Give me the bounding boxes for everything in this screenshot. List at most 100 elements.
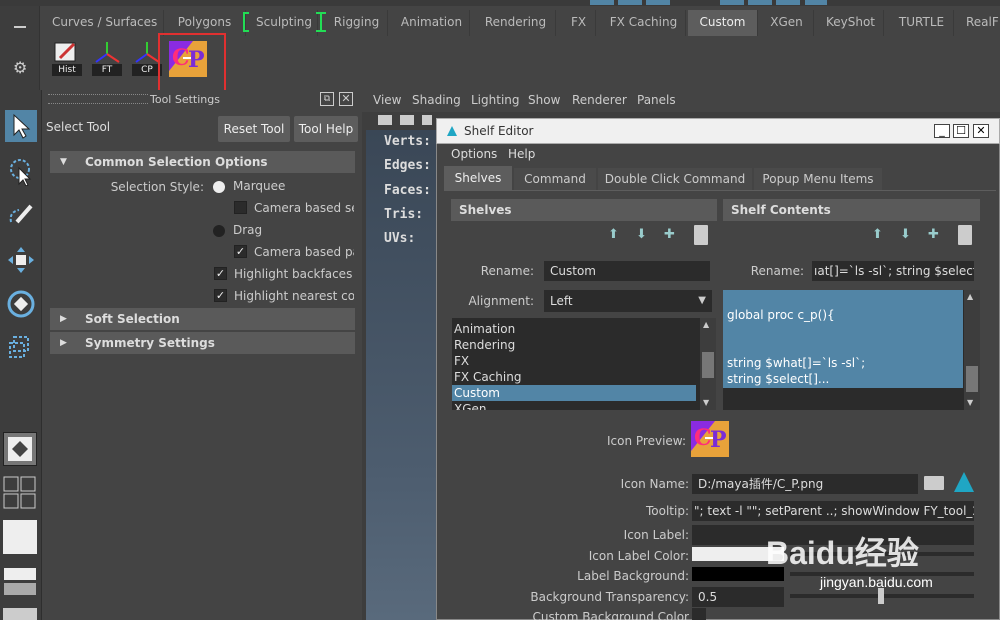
tooltip-input[interactable]: "; text -l ""; setParent ..; showWindow … — [692, 501, 974, 521]
section-label: Common Selection Options — [85, 155, 268, 169]
camera-attr-icon[interactable] — [400, 115, 414, 125]
shelf-gutter: ⚙ — [0, 6, 40, 90]
move-down-icon[interactable]: ⬇ — [900, 227, 911, 242]
tab-animation[interactable]: Animation — [394, 10, 470, 36]
menu-help[interactable]: Help — [508, 147, 535, 161]
gear-icon[interactable]: ⚙ — [13, 58, 27, 77]
tab-xgen[interactable]: XGen — [760, 10, 814, 36]
move-down-icon[interactable]: ⬇ — [636, 227, 647, 242]
scale-tool-icon[interactable] — [5, 332, 37, 364]
layout-single-icon[interactable] — [3, 432, 37, 466]
symmetry-settings-header[interactable]: ▶ Symmetry Settings — [50, 332, 355, 354]
highlight-nearest-checkbox[interactable]: ✓ — [214, 289, 227, 302]
scroll-down-icon[interactable]: ▼ — [967, 398, 973, 407]
tab-command[interactable]: Command — [514, 168, 596, 190]
tab-rigging[interactable]: Rigging — [326, 10, 388, 36]
menu-renderer[interactable]: Renderer — [572, 93, 627, 107]
menu-show[interactable]: Show — [528, 93, 560, 107]
shelf-button-ft[interactable]: FT — [92, 40, 122, 76]
soft-selection-header[interactable]: ▶ Soft Selection — [50, 308, 355, 330]
camera-based-pai-checkbox[interactable]: ✓ — [234, 245, 247, 258]
trash-icon[interactable] — [694, 225, 708, 245]
float-icon[interactable]: ⧉ — [320, 92, 334, 106]
shelf-contents-area[interactable]: global proc c_p(){ string $what[]=`ls -s… — [723, 290, 980, 410]
close-icon[interactable]: ✕ — [339, 92, 353, 106]
shelf-button-hist[interactable]: Hist — [52, 40, 82, 76]
list-item[interactable]: Animation — [452, 321, 696, 337]
tab-curves-surfaces[interactable]: Curves / Surfaces — [46, 10, 164, 36]
minimize-icon[interactable]: _ — [934, 124, 950, 138]
move-tool-icon[interactable] — [5, 244, 37, 276]
bookmark-icon[interactable] — [422, 115, 432, 125]
rename-shelf-input[interactable]: Custom — [544, 261, 710, 281]
folder-icon[interactable] — [924, 476, 944, 490]
list-item[interactable]: XGen — [452, 401, 696, 410]
tab-rendering[interactable]: Rendering — [476, 10, 556, 36]
move-up-icon[interactable]: ⬆ — [608, 227, 619, 242]
move-up-icon[interactable]: ⬆ — [872, 227, 883, 242]
add-item-icon[interactable]: ✚ — [928, 227, 939, 242]
add-shelf-icon[interactable]: ✚ — [664, 227, 675, 242]
highlight-backfaces-checkbox[interactable]: ✓ — [214, 267, 227, 280]
trash-icon[interactable] — [958, 225, 972, 245]
shelf-editor-titlebar[interactable]: Shelf Editor _ ☐ ✕ — [436, 118, 1000, 144]
list-item[interactable]: FX — [452, 353, 696, 369]
code-line: global proc c_p(){ — [727, 308, 835, 322]
scroll-down-icon[interactable]: ▼ — [703, 398, 709, 407]
tab-realflow[interactable]: RealF — [960, 10, 1000, 36]
menu-options[interactable]: Options — [451, 147, 497, 161]
code-line: string $select[]... — [727, 372, 830, 386]
menu-lighting[interactable]: Lighting — [471, 93, 520, 107]
scroll-up-icon[interactable]: ▲ — [703, 320, 709, 329]
paint-select-icon[interactable] — [5, 200, 37, 232]
scrollbar[interactable]: ▲ ▼ — [700, 318, 716, 410]
list-item[interactable]: FX Caching — [452, 369, 696, 385]
menu-shading[interactable]: Shading — [412, 93, 461, 107]
tool-help-button[interactable]: Tool Help — [294, 116, 358, 142]
maximize-icon[interactable]: ☐ — [953, 124, 969, 138]
shelf-list[interactable]: Animation Rendering FX FX Caching Custom… — [452, 318, 716, 410]
menu-icon[interactable] — [14, 26, 26, 28]
slider-handle[interactable] — [878, 588, 884, 604]
layout-graph-icon[interactable] — [3, 564, 37, 598]
layout-outliner-icon[interactable] — [3, 520, 37, 554]
camera-icon[interactable] — [378, 115, 392, 125]
tab-shelves[interactable]: Shelves — [444, 166, 512, 190]
scrollbar[interactable]: ▲ ▼ — [964, 290, 980, 410]
rotate-tool-icon[interactable] — [5, 288, 37, 320]
marquee-radio[interactable] — [213, 181, 225, 193]
scroll-thumb[interactable] — [966, 366, 978, 392]
scroll-thumb[interactable] — [702, 352, 714, 378]
drag-handle[interactable] — [48, 94, 148, 104]
tab-turtle[interactable]: TURTLE — [890, 10, 954, 36]
camera-based-sel-checkbox[interactable] — [234, 201, 247, 214]
menu-view[interactable]: View — [373, 93, 401, 107]
tab-sculpting[interactable]: Sculpting — [250, 10, 318, 36]
scroll-up-icon[interactable]: ▲ — [967, 292, 973, 301]
bg-transparency-input[interactable]: 0.5 — [692, 587, 784, 607]
layout-four-icon[interactable] — [3, 476, 37, 510]
lasso-tool-icon[interactable] — [5, 156, 37, 188]
alignment-select[interactable]: Left ▼ — [544, 290, 712, 312]
icon-name-input[interactable]: D:/maya插件/C_P.png — [692, 474, 918, 494]
tab-keyshot[interactable]: KeyShot — [818, 10, 884, 36]
custom-bg-color-checkbox[interactable] — [692, 608, 706, 620]
maya-browse-icon[interactable] — [952, 470, 976, 494]
tab-fx-caching[interactable]: FX Caching — [602, 10, 686, 36]
rename-item-input[interactable]: ıat[]=`ls -sl`; string $select[]... — [812, 261, 974, 281]
select-tool-icon[interactable] — [5, 110, 37, 142]
viewport-canvas[interactable] — [366, 130, 446, 620]
drag-radio[interactable] — [213, 225, 225, 237]
window-close-icon[interactable]: ✕ — [973, 124, 989, 138]
list-item[interactable]: Rendering — [452, 337, 696, 353]
menu-panels[interactable]: Panels — [637, 93, 676, 107]
list-item-selected[interactable]: Custom — [452, 385, 696, 401]
layout-extra-icon[interactable] — [3, 608, 37, 620]
tab-fx[interactable]: FX — [562, 10, 596, 36]
reset-tool-button[interactable]: Reset Tool — [218, 116, 290, 142]
tab-double-click-command[interactable]: Double Click Command — [598, 168, 752, 190]
tab-popup-menu-items[interactable]: Popup Menu Items — [754, 168, 882, 190]
common-selection-header[interactable]: ▼ Common Selection Options — [50, 151, 355, 173]
tab-custom[interactable]: Custom — [688, 10, 758, 36]
marquee-label: Marquee — [233, 179, 286, 193]
